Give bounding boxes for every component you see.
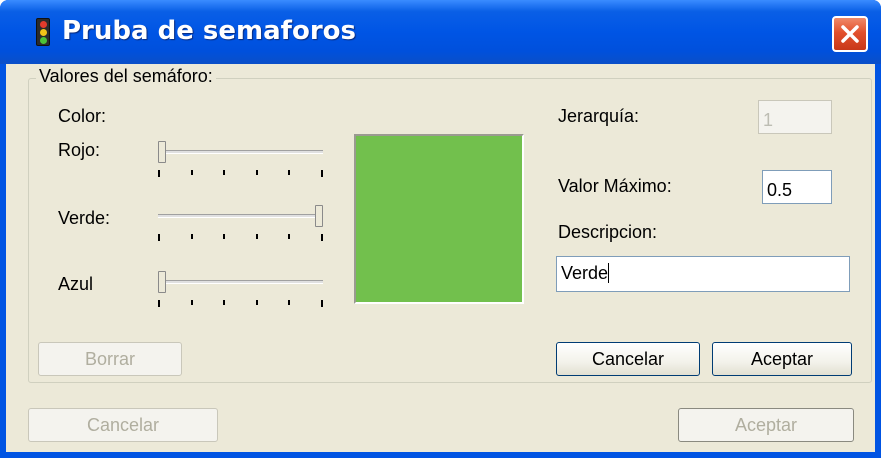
- blue-label: Azul: [58, 274, 94, 294]
- jerarquia-field: [758, 100, 832, 134]
- slider-tick: [190, 234, 193, 239]
- slider-tick: [288, 234, 291, 239]
- slider-tick: [223, 300, 226, 305]
- slider-tick: [158, 170, 160, 177]
- descripcion-label: Descripcion:: [558, 222, 658, 242]
- red-label: Rojo:: [58, 140, 101, 160]
- red-slider[interactable]: [158, 140, 333, 180]
- blue-slider[interactable]: [158, 270, 333, 310]
- slider-tick: [255, 300, 258, 305]
- aceptar-button[interactable]: Aceptar: [678, 408, 854, 442]
- group-legend: Valores del semáforo:: [36, 66, 216, 87]
- blue-slider-thumb[interactable]: [158, 271, 166, 293]
- slider-tick: [158, 234, 160, 241]
- slider-tick: [321, 234, 323, 241]
- slider-tick: [190, 170, 193, 175]
- traffic-light-icon: [36, 18, 50, 46]
- descripcion-value: Verde: [561, 263, 609, 283]
- cancelar-button[interactable]: Cancelar: [28, 408, 218, 442]
- dialog-window: Pruba de semaforos Valores del semáforo:…: [0, 0, 881, 458]
- blue-slider-ticks: [158, 300, 328, 308]
- close-icon: [841, 25, 859, 43]
- text-caret: [608, 263, 610, 283]
- valor-maximo-label: Valor Máximo:: [558, 176, 672, 196]
- title-bar[interactable]: Pruba de semaforos: [0, 0, 881, 64]
- green-slider-track: [158, 214, 323, 218]
- blue-slider-track: [158, 280, 323, 284]
- slider-tick: [255, 234, 258, 239]
- slider-tick: [255, 170, 258, 175]
- slider-tick: [321, 170, 323, 177]
- jerarquia-label: Jerarquía:: [558, 106, 640, 126]
- color-label: Color:: [58, 106, 107, 126]
- green-slider-thumb[interactable]: [315, 205, 323, 227]
- dialog-body: Valores del semáforo: Color: Rojo: Verde…: [6, 64, 875, 452]
- green-slider[interactable]: [158, 204, 333, 244]
- green-slider-ticks: [158, 234, 328, 242]
- inner-aceptar-button[interactable]: Aceptar: [712, 342, 852, 376]
- inner-cancelar-button[interactable]: Cancelar: [556, 342, 700, 376]
- red-slider-thumb[interactable]: [158, 141, 166, 163]
- green-label: Verde:: [58, 208, 111, 228]
- red-slider-ticks: [158, 170, 328, 178]
- slider-tick: [288, 300, 291, 305]
- borrar-button[interactable]: Borrar: [38, 342, 182, 376]
- descripcion-field[interactable]: Verde: [556, 256, 850, 292]
- red-slider-track: [158, 150, 323, 154]
- slider-tick: [223, 234, 226, 239]
- close-button[interactable]: [832, 16, 868, 52]
- slider-tick: [223, 170, 226, 175]
- color-preview: [354, 134, 524, 304]
- valor-maximo-field[interactable]: [762, 170, 832, 204]
- window-title: Pruba de semaforos: [62, 16, 356, 46]
- slider-tick: [321, 300, 323, 307]
- slider-tick: [190, 300, 193, 305]
- slider-tick: [288, 170, 291, 175]
- slider-tick: [158, 300, 160, 307]
